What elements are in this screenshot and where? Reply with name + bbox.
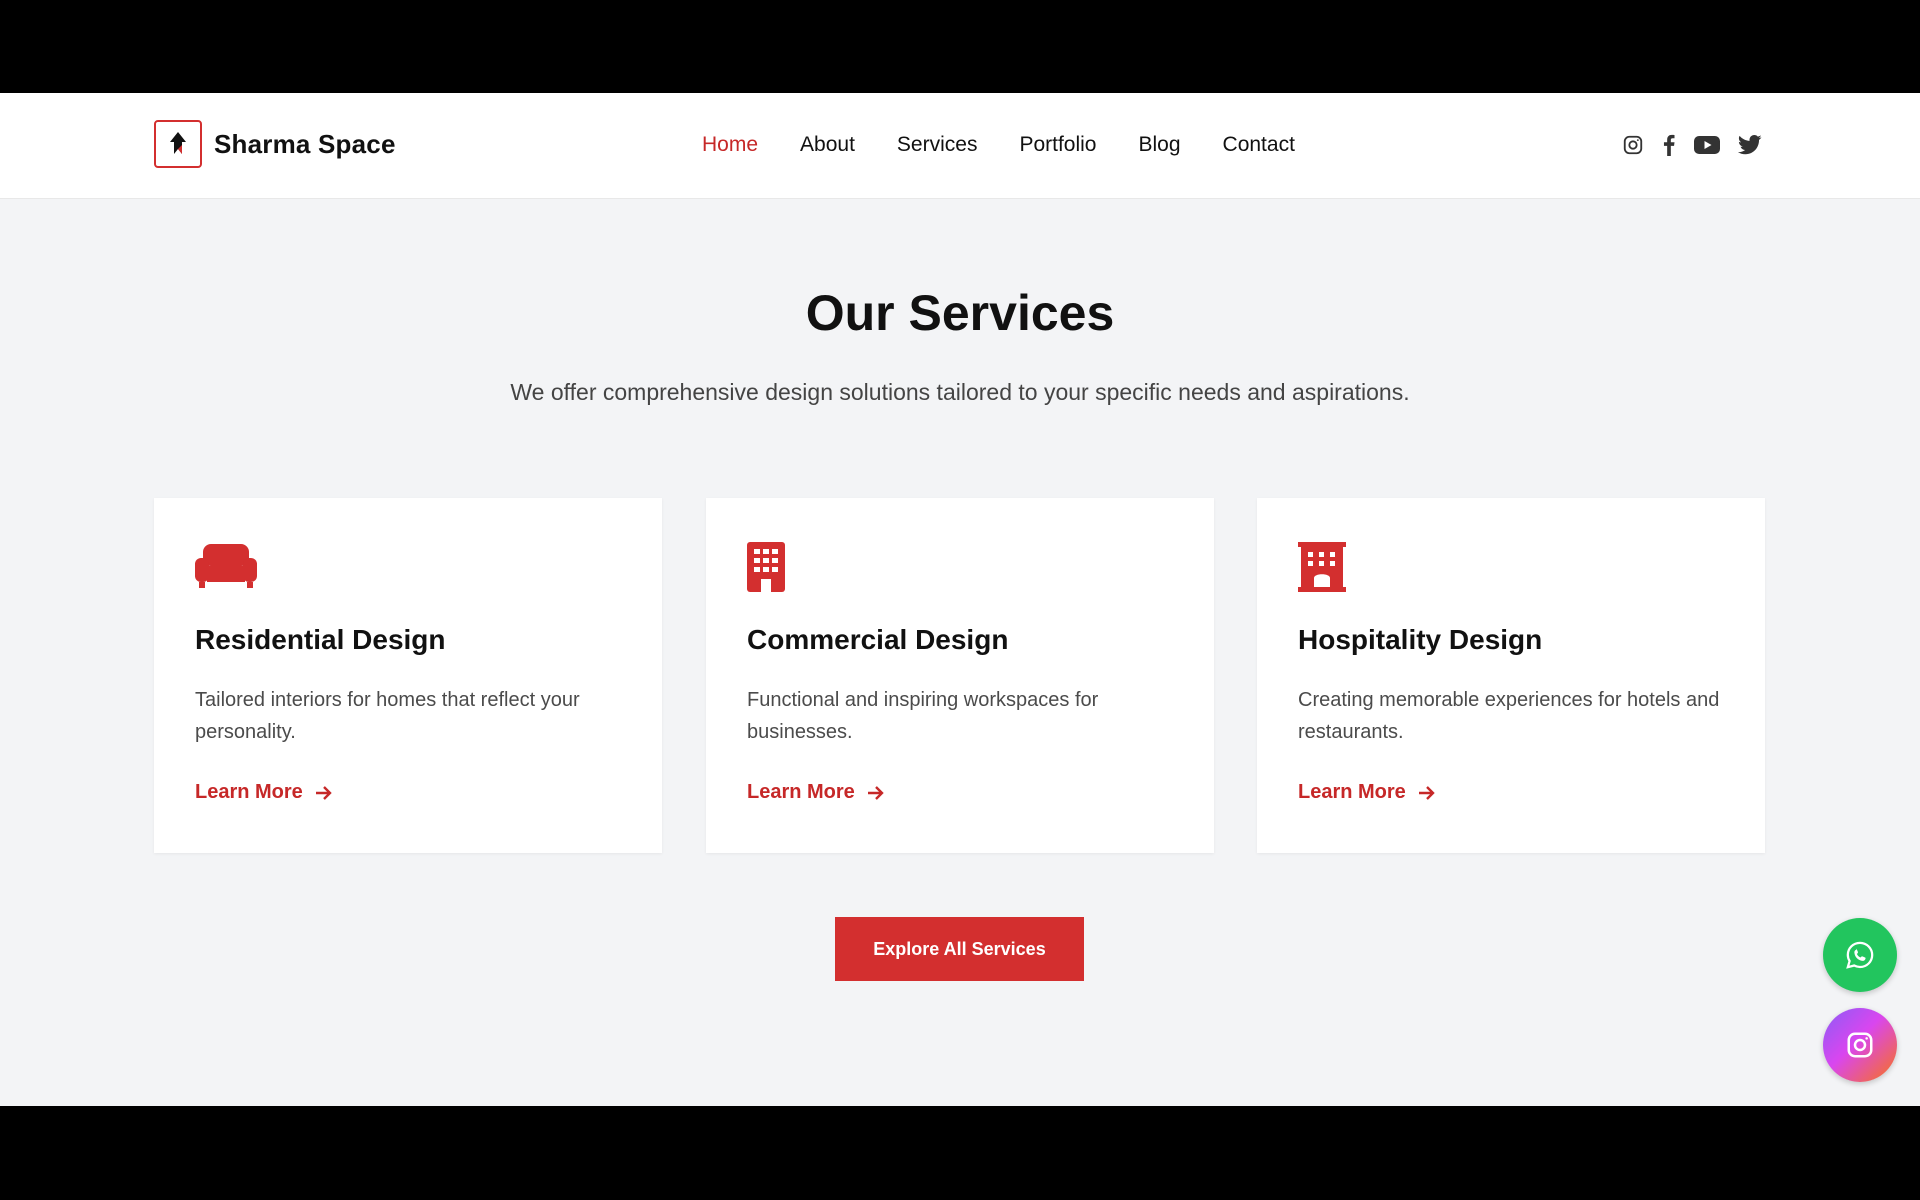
service-card-residential: Residential Design Tailored interiors fo…	[154, 498, 662, 853]
service-card-hospitality: Hospitality Design Creating memorable ex…	[1257, 498, 1765, 853]
nav-contact[interactable]: Contact	[1223, 133, 1295, 157]
nav-services[interactable]: Services	[897, 133, 978, 157]
arrow-right-icon	[1418, 785, 1436, 801]
hotel-icon	[1298, 542, 1362, 592]
explore-all-services-button[interactable]: Explore All Services	[835, 917, 1084, 981]
logo-mark	[154, 120, 202, 168]
twitter-icon[interactable]	[1738, 132, 1762, 158]
whatsapp-icon	[1846, 941, 1874, 969]
instagram-button[interactable]	[1823, 1008, 1897, 1082]
facebook-icon[interactable]	[1662, 132, 1676, 158]
navbar: Sharma Space Home About Services Portfol…	[0, 93, 1920, 199]
main-nav: Home About Services Portfolio Blog Conta…	[702, 133, 1337, 157]
card-description: Functional and inspiring workspaces for …	[747, 689, 1099, 743]
youtube-icon[interactable]	[1694, 132, 1720, 158]
card-title: Commercial Design	[747, 624, 1009, 655]
learn-more-link[interactable]: Learn More	[195, 781, 333, 804]
card-description: Creating memorable experiences for hotel…	[1298, 689, 1720, 743]
nav-home[interactable]: Home	[702, 133, 758, 157]
brand-name: Sharma Space	[214, 128, 396, 159]
learn-more-link[interactable]: Learn More	[747, 781, 885, 804]
whatsapp-button[interactable]	[1823, 918, 1897, 992]
nav-blog[interactable]: Blog	[1139, 133, 1181, 157]
sofa-icon	[195, 542, 259, 592]
nav-about[interactable]: About	[800, 133, 855, 157]
card-title: Residential Design	[195, 624, 446, 655]
instagram-icon	[1847, 1032, 1873, 1058]
card-title: Hospitality Design	[1298, 624, 1543, 655]
building-icon	[747, 542, 811, 592]
nav-portfolio[interactable]: Portfolio	[1019, 133, 1096, 157]
card-description: Tailored interiors for homes that reflec…	[195, 689, 580, 743]
house-pin-icon	[170, 132, 186, 154]
service-card-commercial: Commercial Design Functional and inspiri…	[706, 498, 1214, 853]
page-frame: Sharma Space Home About Services Portfol…	[0, 93, 1920, 1106]
learn-more-label: Learn More	[1298, 781, 1406, 803]
arrow-right-icon	[867, 785, 885, 801]
section-subtitle: We offer comprehensive design solutions …	[510, 379, 1410, 405]
section-title: Our Services	[805, 285, 1115, 341]
instagram-icon[interactable]	[1622, 132, 1644, 158]
logo[interactable]: Sharma Space	[154, 120, 396, 168]
arrow-right-icon	[315, 785, 333, 801]
learn-more-link[interactable]: Learn More	[1298, 781, 1436, 804]
learn-more-label: Learn More	[747, 781, 855, 803]
social-links	[1622, 132, 1780, 158]
learn-more-label: Learn More	[195, 781, 303, 803]
